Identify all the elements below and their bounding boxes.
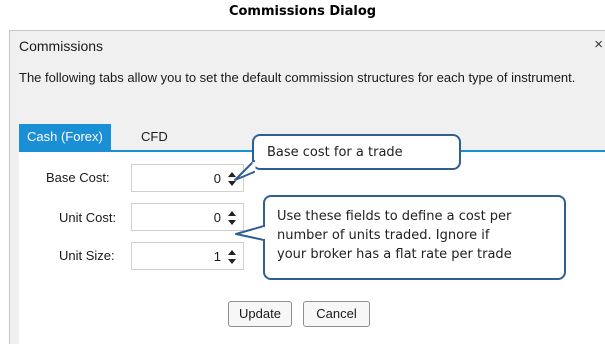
callout-line: Use these fields to define a cost per [277, 209, 512, 224]
callout-pointer [234, 160, 256, 181]
callout-pointer [235, 225, 266, 241]
base-cost-value: 0 [213, 171, 221, 186]
up-down-arrows-icon[interactable] [227, 247, 237, 267]
callout-line: your broker has a flat rate per trade [277, 247, 512, 262]
title-bar: Commissions × [10, 31, 605, 59]
base-cost-callout: Base cost for a trade [252, 134, 461, 170]
unit-cost-value: 0 [213, 210, 221, 225]
callout-line: number of units traded. Ignore if [277, 228, 490, 243]
base-cost-spinner[interactable]: 0 [131, 164, 244, 192]
unit-size-value: 1 [213, 249, 221, 264]
unit-size-spinner[interactable]: 1 [131, 242, 244, 270]
unit-size-label: Unit Size: [59, 248, 115, 263]
base-cost-label: Base Cost: [46, 170, 110, 185]
update-button[interactable]: Update [228, 301, 292, 327]
unit-cost-spinner[interactable]: 0 [131, 203, 244, 231]
commissions-dialog: Commissions × The following tabs allow y… [9, 30, 605, 344]
base-cost-callout-text: Base cost for a trade [267, 145, 403, 160]
dialog-description: The following tabs allow you to set the … [19, 70, 576, 85]
tab-cash-forex[interactable]: Cash (Forex) [19, 124, 111, 150]
unit-fields-callout-text: Use these fields to define a cost per nu… [277, 207, 512, 264]
unit-cost-label: Unit Cost: [59, 210, 117, 225]
cancel-button[interactable]: Cancel [303, 301, 370, 327]
figure-caption: Commissions Dialog [228, 4, 377, 19]
unit-fields-callout: Use these fields to define a cost per nu… [263, 195, 566, 280]
tab-cfd[interactable]: CFD [133, 124, 176, 150]
close-icon[interactable]: × [594, 36, 603, 53]
dialog-title: Commissions [19, 38, 104, 54]
